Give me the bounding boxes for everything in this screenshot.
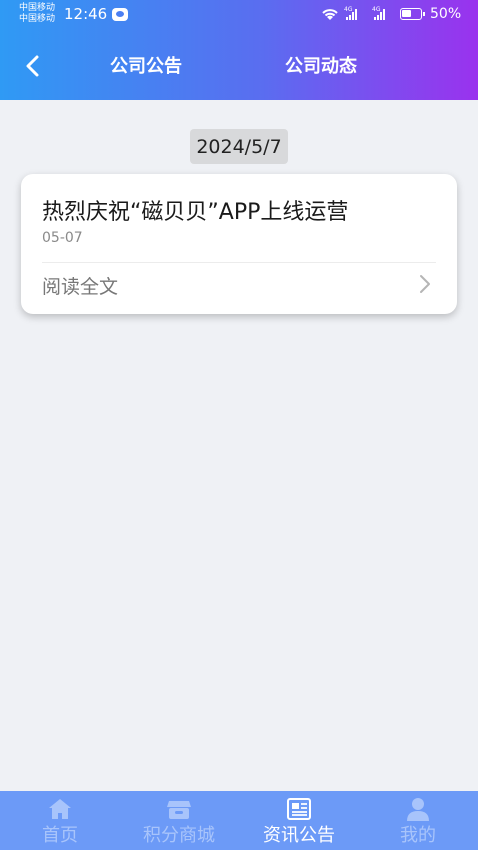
message-notification-icon (112, 8, 128, 21)
divider (42, 262, 436, 263)
nav-points-mall-label: 积分商城 (143, 825, 215, 846)
nav-news-label: 资讯公告 (263, 825, 335, 846)
carrier-1: 中国移动 (19, 3, 56, 13)
nav-home-label: 首页 (42, 825, 78, 846)
read-more-link[interactable]: 阅读全文 (42, 272, 118, 299)
signal-1-icon: 4G (344, 6, 357, 20)
nav-home[interactable]: 首页 (5, 791, 115, 850)
battery-icon (400, 8, 425, 20)
battery-percent: 50% (430, 6, 462, 22)
status-time: 12:46 (64, 5, 108, 23)
date-separator: 2024/5/7 (190, 129, 288, 164)
carrier-2: 中国移动 (19, 14, 56, 24)
network-1-label: 4G (344, 6, 353, 13)
tab-company-news[interactable]: 公司动态 (285, 52, 357, 78)
wifi-icon (322, 9, 338, 20)
tab-company-notice[interactable]: 公司公告 (110, 52, 182, 78)
network-2-label: 4G (372, 6, 381, 13)
status-bar: 中国移动 中国移动 12:46 4G 4G 50% (0, 0, 478, 30)
nav-points-mall[interactable]: 积分商城 (124, 791, 234, 850)
signal-2-icon: 4G (372, 6, 385, 20)
back-arrow-icon[interactable] (22, 52, 44, 80)
home-icon (49, 799, 71, 819)
announcement-title: 热烈庆祝“磁贝贝”APP上线运营 (42, 200, 349, 225)
news-icon (287, 798, 311, 820)
nav-profile-label: 我的 (400, 825, 436, 846)
shop-icon (167, 801, 191, 819)
announcement-date: 05-07 (42, 230, 83, 246)
nav-news[interactable]: 资讯公告 (244, 791, 354, 850)
header-bar: 中国移动 中国移动 12:46 4G 4G 50% 公司公告 公司动态 (0, 0, 478, 100)
bottom-navigation: 首页 积分商城 资讯公告 我的 (0, 791, 478, 850)
announcement-card[interactable]: 热烈庆祝“磁贝贝”APP上线运营 05-07 阅读全文 (21, 174, 457, 314)
chevron-right-icon[interactable] (419, 274, 431, 294)
nav-profile[interactable]: 我的 (363, 791, 473, 850)
carrier-labels: 中国移动 中国移动 (19, 3, 55, 25)
user-icon (407, 798, 429, 821)
